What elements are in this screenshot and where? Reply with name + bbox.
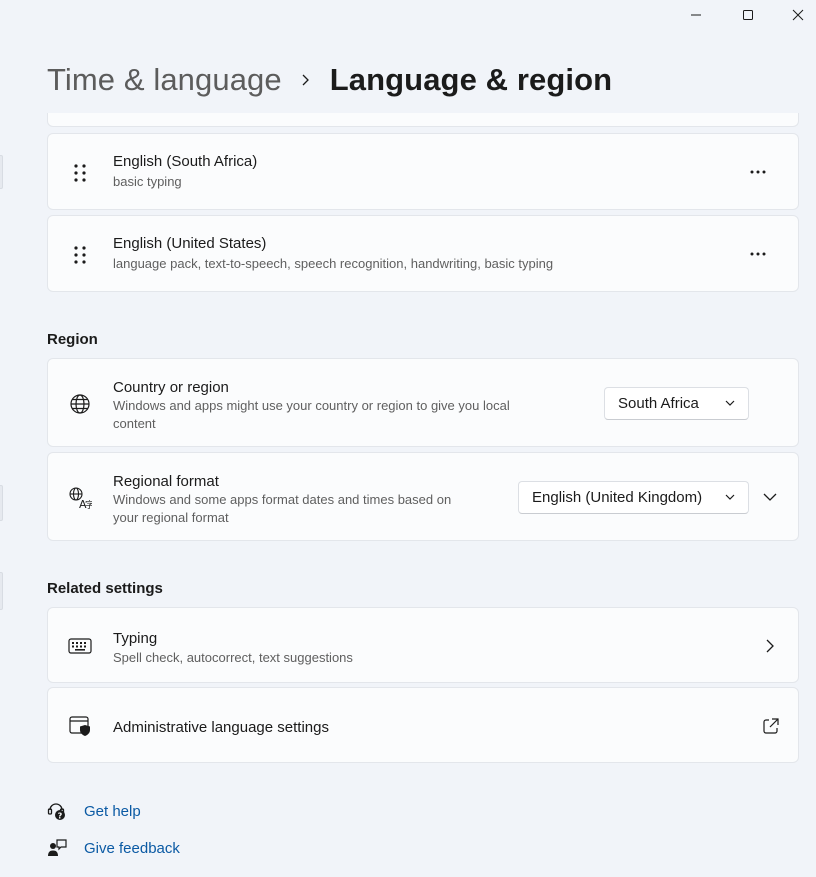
more-icon[interactable]: [748, 244, 768, 264]
get-help-text: Get help: [84, 802, 141, 820]
language-name: English (United States): [113, 235, 267, 252]
regional-format-dropdown[interactable]: English (United Kingdom): [518, 481, 749, 514]
regional-format-dropdown-value: English (United Kingdom): [532, 489, 703, 506]
nav-edge: [0, 155, 3, 189]
setting-description-line: Windows and some apps format dates and t…: [113, 492, 452, 507]
nav-edge: [0, 485, 3, 521]
regional-format-setting[interactable]: A字 Regional format Windows and some apps…: [47, 452, 799, 541]
globe-icon: [67, 391, 93, 417]
breadcrumb: Time & language Language & region: [47, 58, 612, 102]
setting-title: Administrative language settings: [113, 719, 329, 736]
open-external-icon[interactable]: [762, 717, 780, 735]
more-icon[interactable]: [748, 162, 768, 182]
keyboard-icon: [67, 633, 93, 659]
language-features: basic typing: [113, 174, 182, 189]
breadcrumb-parent[interactable]: Time & language: [47, 62, 282, 98]
setting-description: Windows and apps might use your country …: [113, 397, 510, 433]
drag-handle-icon[interactable]: [67, 160, 93, 186]
window-controls: [656, 0, 816, 30]
language-format-icon: A字: [67, 485, 93, 511]
svg-text:字: 字: [85, 499, 92, 510]
admin-language-settings[interactable]: Administrative language settings: [47, 687, 799, 763]
minimize-icon: [691, 14, 701, 16]
setting-description: Windows and some apps format dates and t…: [113, 491, 451, 527]
country-region-setting: Country or region Windows and apps might…: [47, 358, 799, 447]
setting-description-line: your regional format: [113, 510, 229, 525]
minimize-button[interactable]: [676, 0, 716, 30]
setting-description-line: content: [113, 416, 156, 431]
setting-title: Country or region: [113, 379, 229, 396]
svg-text:?: ?: [58, 811, 63, 820]
drag-handle-icon[interactable]: [67, 242, 93, 268]
chevron-right-icon: [301, 73, 310, 87]
setting-title: Typing: [113, 630, 158, 647]
help-icon: ?: [47, 801, 67, 821]
close-icon: [792, 9, 804, 21]
page-title: Language & region: [329, 62, 613, 97]
typing-setting[interactable]: Typing Spell check, autocorrect, text su…: [47, 607, 799, 683]
setting-title: Regional format: [113, 473, 219, 490]
language-item[interactable]: English (United States) language pack, t…: [47, 215, 799, 292]
nav-edge: [0, 572, 3, 610]
maximize-button[interactable]: [728, 0, 768, 30]
feedback-icon: [47, 838, 67, 858]
language-card-partial: [47, 113, 799, 127]
related-settings-header: Related settings: [47, 580, 163, 597]
chevron-down-icon: [725, 494, 735, 500]
language-name: English (South Africa): [113, 153, 258, 170]
setting-description-line: Windows and apps might use your country …: [113, 398, 510, 413]
language-features: language pack, text-to-speech, speech re…: [113, 256, 554, 271]
country-dropdown[interactable]: South Africa: [604, 387, 749, 420]
close-button[interactable]: [780, 0, 816, 30]
language-item[interactable]: English (South Africa) basic typing: [47, 133, 799, 210]
country-dropdown-value: South Africa: [618, 395, 699, 412]
admin-shield-icon: [67, 713, 93, 739]
expand-chevron-icon[interactable]: [762, 489, 778, 505]
chevron-down-icon: [725, 400, 735, 406]
chevron-right-icon: [766, 639, 774, 653]
give-feedback-link[interactable]: Give feedback: [47, 836, 180, 860]
give-feedback-text: Give feedback: [84, 839, 180, 857]
region-header: Region: [47, 331, 98, 348]
get-help-link[interactable]: ? Get help: [47, 799, 141, 823]
setting-description: Spell check, autocorrect, text suggestio…: [113, 650, 353, 665]
maximize-icon: [743, 10, 753, 20]
